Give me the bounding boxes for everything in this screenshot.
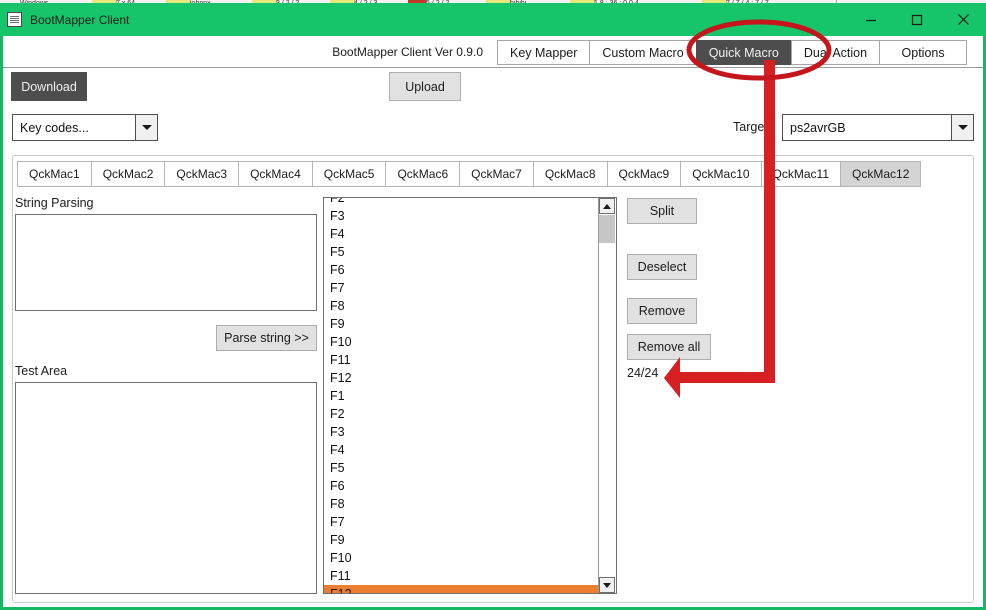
macro-list-item[interactable]: F11 <box>324 351 598 369</box>
tab-qckmac4[interactable]: QckMac4 <box>238 161 313 187</box>
key-codes-dropdown[interactable]: Key codes... <box>12 114 158 141</box>
minimize-icon[interactable] <box>848 3 894 36</box>
selector-row: Key codes... Target : ps2avrGB <box>3 108 983 148</box>
macro-list-item[interactable]: F5 <box>324 243 598 261</box>
version-label: BootMapper Client Ver 0.9.0 <box>332 45 483 59</box>
test-area-input[interactable] <box>15 382 317 594</box>
document-lines-icon <box>7 12 22 27</box>
transfer-toolbar: Download Upload <box>3 68 983 108</box>
macro-list-item[interactable]: F11 <box>324 567 598 585</box>
download-button[interactable]: Download <box>11 72 87 101</box>
close-icon[interactable] <box>940 3 986 36</box>
macro-list-item[interactable]: F9 <box>324 315 598 333</box>
header-band: BootMapper Client Ver 0.9.0 Key Mapper C… <box>3 36 983 68</box>
tab-qckmac6[interactable]: QckMac6 <box>385 161 461 187</box>
remove-all-button[interactable]: Remove all <box>627 334 711 360</box>
bootmapper-client-window: BootMapper Client BootMapper Client Ver … <box>0 3 986 610</box>
remove-button[interactable]: Remove <box>627 298 697 324</box>
macro-list-item[interactable]: F9 <box>324 531 598 549</box>
tab-qckmac12[interactable]: QckMac12 <box>840 161 922 187</box>
target-label: Target : <box>733 120 775 134</box>
triangle-down-icon[interactable] <box>599 577 615 593</box>
upload-button[interactable]: Upload <box>389 72 461 101</box>
parse-string-button[interactable]: Parse string >> <box>216 325 317 351</box>
macro-list-item[interactable]: F12 <box>324 585 598 593</box>
macro-list-item[interactable]: F12 <box>324 369 598 387</box>
macro-list-items[interactable]: F2 F3 F4 F5 F6 F7 F8 F9 F10 F11 F12 F1 F2 F3 F4 F5 F6 F8 F… <box>324 198 598 593</box>
macro-list-item[interactable]: F4 <box>324 441 598 459</box>
deselect-button[interactable]: Deselect <box>627 254 697 280</box>
macro-list-item[interactable]: F5 <box>324 459 598 477</box>
macro-list-item[interactable]: F10 <box>324 549 598 567</box>
macro-list-item[interactable]: F7 <box>324 513 598 531</box>
chevron-down-icon[interactable] <box>951 115 973 140</box>
quick-macro-panel: QckMac1 QckMac2 QckMac3 QckMac4 QckMac5 … <box>12 155 974 603</box>
tab-qckmac8[interactable]: QckMac8 <box>532 161 608 187</box>
tab-key-mapper[interactable]: Key Mapper <box>497 40 591 65</box>
macro-list-item[interactable]: F2 <box>324 198 598 207</box>
macro-list-item[interactable]: F3 <box>324 423 598 441</box>
macro-list-item[interactable]: F1 <box>324 387 598 405</box>
macro-list-item[interactable]: F10 <box>324 333 598 351</box>
triangle-up-icon[interactable] <box>599 198 615 214</box>
macro-list-item[interactable]: F8 <box>324 495 598 513</box>
target-value: ps2avrGB <box>790 120 846 135</box>
target-dropdown[interactable]: ps2avrGB <box>782 114 974 141</box>
scrollbar-thumb[interactable] <box>599 215 615 243</box>
chevron-down-icon[interactable] <box>135 115 157 140</box>
string-parsing-label: String Parsing <box>15 196 94 210</box>
key-codes-value: Key codes... <box>20 120 89 135</box>
macro-list-box[interactable]: F2 F3 F4 F5 F6 F7 F8 F9 F10 F11 F12 F1 F2 F3 F4 F5 F6 F8 F… <box>323 197 617 594</box>
window-controls <box>848 3 986 36</box>
title-bar: BootMapper Client <box>0 3 986 36</box>
test-area-label: Test Area <box>15 364 68 378</box>
macro-list-item[interactable]: F8 <box>324 297 598 315</box>
macro-list-scroll-content: F2 F3 F4 F5 F6 F7 F8 F9 F10 F11 F12 F1 F2 F3 F4 F5 F6 F8 F… <box>324 198 598 593</box>
tab-qckmac2[interactable]: QckMac2 <box>90 161 166 187</box>
window-title: BootMapper Client <box>30 12 130 27</box>
macro-list-item[interactable]: F7 <box>324 279 598 297</box>
tab-qckmac3[interactable]: QckMac3 <box>164 161 240 187</box>
tab-qckmac10[interactable]: QckMac10 <box>680 161 762 187</box>
string-parsing-input[interactable] <box>15 214 317 311</box>
macro-list-item[interactable]: F4 <box>324 225 598 243</box>
macro-count-label: 24/24 <box>627 366 659 380</box>
tab-qckmac11[interactable]: QckMac11 <box>760 161 842 187</box>
quick-macro-tab-bar: QckMac1 QckMac2 QckMac3 QckMac4 QckMac5 … <box>17 161 922 187</box>
split-button[interactable]: Split <box>627 198 697 224</box>
main-tab-bar: Key Mapper Custom Macro Quick Macro Dual… <box>497 40 968 65</box>
macro-list-item[interactable]: F6 <box>324 477 598 495</box>
macro-list-scrollbar[interactable] <box>598 198 616 593</box>
macro-list-item[interactable]: F2 <box>324 405 598 423</box>
tab-qckmac9[interactable]: QckMac9 <box>606 161 682 187</box>
tab-qckmac1[interactable]: QckMac1 <box>17 161 92 187</box>
tab-custom-macro[interactable]: Custom Macro <box>589 40 697 65</box>
tab-qckmac7[interactable]: QckMac7 <box>459 161 534 187</box>
macro-list-item[interactable]: F3 <box>324 207 598 225</box>
tab-quick-macro[interactable]: Quick Macro <box>695 40 792 65</box>
tab-options[interactable]: Options <box>879 40 968 65</box>
tab-qckmac5[interactable]: QckMac5 <box>311 161 387 187</box>
tab-dual-action[interactable]: Dual Action <box>790 40 881 65</box>
macro-list-item[interactable]: F6 <box>324 261 598 279</box>
maximize-icon[interactable] <box>894 3 940 36</box>
